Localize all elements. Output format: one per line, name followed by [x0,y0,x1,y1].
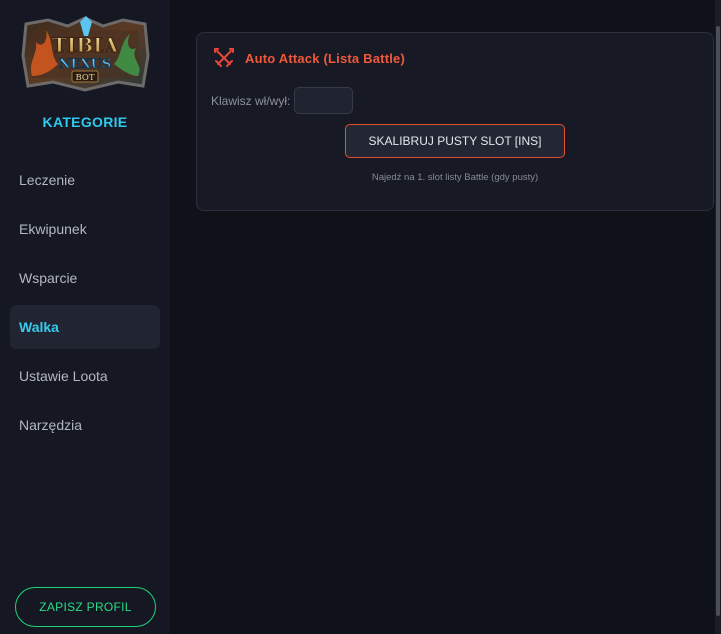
auto-attack-card: Auto Attack (Lista Battle) Klawisz wł/wy… [196,32,714,211]
sidebar-item-label: Leczenie [19,172,76,188]
sidebar-item-ustawie-loota[interactable]: Ustawie Loota [10,354,160,398]
hotkey-input[interactable] [294,87,354,114]
calibrate-slot-button[interactable]: SKALIBRUJ PUSTY SLOT [INS] [345,124,565,158]
sidebar-item-label: Ustawie Loota [19,368,108,384]
sidebar-item-wsparcie[interactable]: Wsparcie [10,256,160,300]
hotkey-label: Klawisz wł/wył: [211,93,291,108]
sidebar-item-walka[interactable]: Walka [10,305,160,349]
sidebar-nav: Leczenie Ekwipunek Wsparcie Walka Ustawi… [10,158,160,452]
scrollbar-thumb[interactable] [716,26,720,616]
sidebar-item-ekwipunek[interactable]: Ekwipunek [10,207,160,251]
card-title: Auto Attack (Lista Battle) [245,50,406,66]
main-panel: Auto Attack (Lista Battle) Klawisz wł/wy… [170,0,721,634]
svg-text:NEXUS: NEXUS [59,57,112,72]
svg-text:TIBIA: TIBIA [52,33,118,57]
sidebar-item-leczenie[interactable]: Leczenie [10,158,160,202]
app-window: TIBIA NEXUS BOT KATEGORIE Leczenie Ekwip… [0,0,721,634]
save-profile-button[interactable]: ZAPISZ PROFIL [15,587,156,627]
crossed-swords-icon [213,47,235,69]
sidebar-item-label: Walka [19,319,59,335]
app-logo: TIBIA NEXUS BOT [18,16,153,92]
sidebar-item-label: Ekwipunek [19,221,87,237]
card-header: Auto Attack (Lista Battle) [213,47,405,69]
calibrate-hint: Najedź na 1. slot listy Battle (gdy pust… [371,172,539,183]
sidebar: TIBIA NEXUS BOT KATEGORIE Leczenie Ekwip… [0,0,170,634]
hotkey-row: Klawisz wł/wył: [211,87,354,114]
category-title: KATEGORIE [42,114,128,130]
sidebar-item-label: Narzędzia [19,417,83,433]
svg-text:BOT: BOT [75,73,94,83]
scrollbar[interactable] [715,0,721,634]
sidebar-item-label: Wsparcie [19,270,78,286]
sidebar-item-narzedzia[interactable]: Narzędzia [10,403,160,447]
